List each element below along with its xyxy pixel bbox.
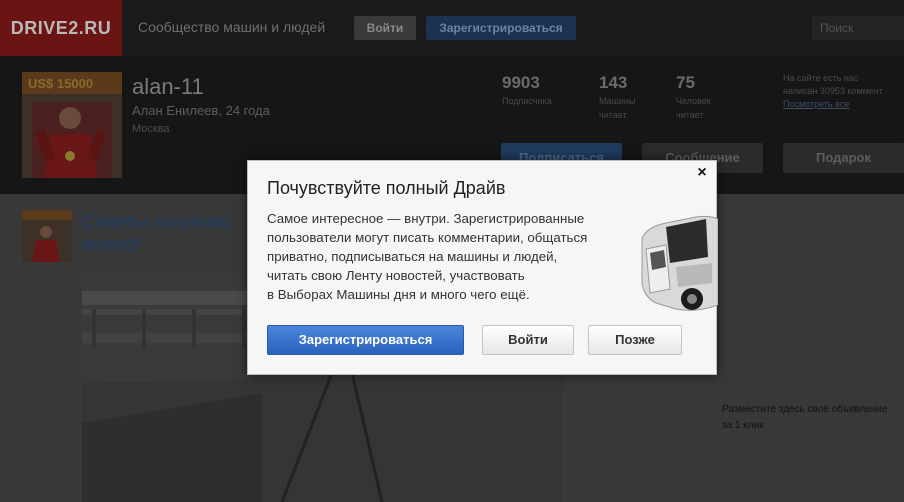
- profile-username: alan-11: [132, 74, 204, 99]
- modal-body-line: пользователи могут писать комментарии, о…: [267, 230, 588, 245]
- profile-side-note: На сайте есть нас написан 30953 коммент …: [783, 72, 904, 111]
- top-navigation-bar: DRIVE2.RU Сообщество машин и людей Войти…: [0, 0, 904, 56]
- site-tagline: Сообщество машин и людей: [138, 19, 326, 35]
- header-login-button[interactable]: Войти: [354, 16, 416, 40]
- modal-title: Почувствуйте полный Драйв: [267, 178, 506, 198]
- ad-note-line-2: за 1 клик: [722, 420, 764, 431]
- stat-value: 143: [599, 73, 628, 92]
- ad-note-line: Разместите здесь своё объявление: [722, 404, 888, 415]
- ad-placement-note[interactable]: Разместите здесь своё объявление за 1 кл…: [722, 402, 904, 434]
- stat-label: Человек: [676, 96, 711, 106]
- gift-button[interactable]: Подарок: [783, 143, 904, 173]
- side-note-line: На сайте есть нас: [783, 73, 859, 83]
- close-icon[interactable]: ×: [694, 164, 710, 182]
- header-register-button[interactable]: Зарегистрироваться: [426, 16, 576, 40]
- profile-full-name-age: Алан Енилеев, 24 года: [132, 103, 270, 118]
- search-input[interactable]: Поиск: [812, 16, 904, 40]
- post-title[interactable]: Советы начинаю важно!: [82, 212, 252, 256]
- modal-body-line: Самое интересное — внутри. Зарегистриров…: [267, 211, 585, 226]
- stat-label: Машины: [599, 96, 636, 106]
- stat-label: Подписчика: [502, 96, 552, 106]
- side-note-line-2: написан 30953 коммент: [783, 86, 883, 96]
- stat-followers[interactable]: 9903 Подписчика: [502, 73, 552, 107]
- photo-caption: US$ 15000: [28, 76, 93, 91]
- profile-avatar[interactable]: US$ 15000: [22, 72, 122, 178]
- modal-body-line: читать свою Ленту новостей, участвовать: [267, 268, 525, 283]
- stat-people-followed[interactable]: 75 Человек читает: [676, 73, 711, 121]
- side-note-link[interactable]: Посмотреть все: [783, 98, 904, 111]
- stat-value: 75: [676, 73, 695, 92]
- modal-register-button[interactable]: Зарегистрироваться: [267, 325, 464, 355]
- profile-city: Москва: [132, 123, 170, 135]
- car-door-open-icon: [641, 215, 718, 311]
- site-logo[interactable]: DRIVE2.RU: [0, 0, 122, 56]
- post-title-line: Советы начинаю важно!: [82, 212, 231, 255]
- stat-label-2: читает: [676, 110, 704, 120]
- modal-login-button[interactable]: Войти: [482, 325, 574, 355]
- stat-label-2: читает: [599, 110, 627, 120]
- modal-later-button[interactable]: Позже: [588, 325, 682, 355]
- post-author-avatar[interactable]: [22, 210, 72, 262]
- stat-value: 9903: [502, 73, 540, 92]
- modal-body-line: приватно, подписываться на машины и люде…: [267, 249, 558, 264]
- signup-modal: × Почувствуйте полный Драйв Самое интере…: [247, 160, 718, 375]
- modal-body-line: в Выборах Машины дня и много чего ещё.: [267, 287, 530, 302]
- stat-cars-followed[interactable]: 143 Машины читает: [599, 73, 635, 121]
- modal-body: Самое интересное — внутри. Зарегистриров…: [267, 209, 627, 304]
